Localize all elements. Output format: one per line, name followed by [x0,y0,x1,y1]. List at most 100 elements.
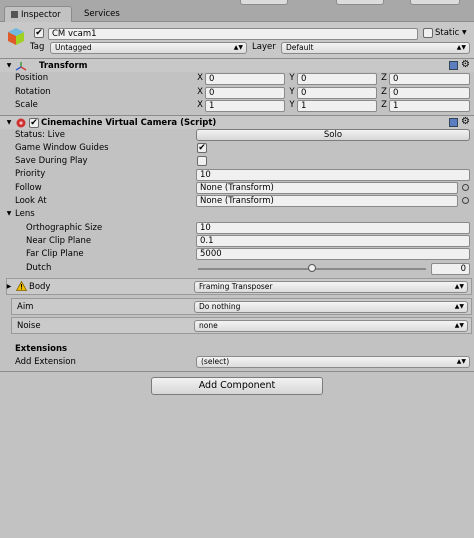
axis-x-label: X [197,100,203,110]
rotation-y-input[interactable]: 0 [297,87,377,99]
status-label: Status: Live [15,130,66,140]
far-clip-input[interactable]: 5000 [196,248,470,260]
dutch-label: Dutch [26,263,52,273]
follow-label: Follow [15,183,42,193]
lookat-label: Look At [15,196,47,206]
tab-inspector[interactable]: Inspector [4,6,72,22]
static-checkbox[interactable] [423,28,433,38]
dutch-slider-thumb[interactable] [308,264,316,272]
gear-icon[interactable]: ⚙ [461,59,470,71]
position-z-input[interactable]: 0 [389,73,470,85]
toolbar-button-3[interactable] [410,0,460,5]
chevron-down-icon: ▲▼ [454,322,464,329]
lens-label: Lens [15,209,35,219]
dutch-input[interactable]: 0 [431,263,470,275]
lens-foldout-icon[interactable]: ▼ [4,208,14,220]
tag-label: Tag [30,42,45,52]
position-label: Position [15,73,49,83]
rotation-x-input[interactable]: 0 [205,87,285,99]
gear-icon[interactable]: ⚙ [461,116,470,128]
toolbar-button-1[interactable] [240,0,288,5]
chevron-down-icon: ▲▼ [454,303,464,310]
position-x-input[interactable]: 0 [205,73,285,85]
axis-x-label: X [197,87,203,97]
cinemachine-icon [16,118,26,128]
static-label: Static [435,28,460,38]
near-clip-input[interactable]: 0.1 [196,235,470,247]
tab-services-label: Services [84,9,120,19]
add-extension-dropdown[interactable]: (select) ▲▼ [196,356,470,368]
transform-icon [15,62,27,71]
noise-dropdown[interactable]: none ▲▼ [194,320,468,332]
add-extension-value: (select) [201,357,230,366]
priority-input[interactable]: 10 [196,169,470,181]
near-clip-label: Near Clip Plane [26,236,92,246]
tab-services[interactable]: Services [78,6,128,22]
vcam-enabled-checkbox[interactable]: ✔ [29,118,39,128]
inspector-icon [11,11,18,18]
divider [0,371,474,372]
save-during-play-label: Save During Play [15,156,88,166]
axis-y-label: Y [289,73,295,83]
axis-z-label: Z [381,87,387,97]
object-picker-icon[interactable] [462,197,469,204]
object-picker-icon[interactable] [462,184,469,191]
transform-title: Transform [39,61,88,71]
noise-label: Noise [17,321,41,331]
gameobject-cube-icon [8,28,24,45]
chevron-down-icon: ▲▼ [456,44,466,51]
follow-object-field[interactable]: None (Transform) [196,182,458,194]
priority-label: Priority [15,169,46,179]
layer-label: Layer [252,42,276,52]
chevron-down-icon: ▲▼ [233,44,243,51]
layer-dropdown[interactable]: Default ▲▼ [281,42,470,54]
aim-value: Do nothing [199,302,241,311]
game-window-guides-label: Game Window Guides [15,143,109,153]
position-y-input[interactable]: 0 [297,73,377,85]
solo-button[interactable]: Solo [196,129,470,141]
tab-strip: Inspector Services [0,0,474,22]
axis-x-label: X [197,73,203,83]
static-dropdown-icon[interactable]: ▼ [462,27,467,39]
add-component-button[interactable]: Add Component [151,377,323,395]
tag-dropdown[interactable]: Untagged ▲▼ [50,42,247,54]
toolbar-button-2[interactable] [336,0,384,5]
gameobject-active-checkbox[interactable]: ✔ [34,28,44,38]
chevron-down-icon: ▲▼ [456,358,466,365]
vcam-foldout-icon[interactable]: ▼ [4,117,14,129]
gameobject-name-input[interactable]: CM vcam1 [48,28,418,40]
tag-value: Untagged [55,43,92,52]
help-icon[interactable] [449,61,458,70]
help-icon[interactable] [449,118,458,127]
axis-y-label: Y [289,100,295,110]
extensions-label: Extensions [15,344,68,354]
scale-z-input[interactable]: 1 [389,100,470,112]
lookat-object-field[interactable]: None (Transform) [196,195,458,207]
body-value: Framing Transposer [199,282,273,291]
rotation-z-input[interactable]: 0 [389,87,470,99]
transform-foldout-icon[interactable]: ▼ [4,60,14,72]
scale-y-input[interactable]: 1 [297,100,377,112]
rotation-label: Rotation [15,87,51,97]
ortho-size-label: Orthographic Size [26,223,103,233]
scale-x-input[interactable]: 1 [205,100,285,112]
axis-y-label: Y [289,87,295,97]
ortho-size-input[interactable]: 10 [196,222,470,234]
dutch-value: 0 [460,264,466,274]
axis-z-label: Z [381,100,387,110]
axis-z-label: Z [381,73,387,83]
body-label: Body [29,282,51,292]
aim-label: Aim [17,302,34,312]
aim-dropdown[interactable]: Do nothing ▲▼ [194,301,468,313]
tab-inspector-label: Inspector [21,10,61,20]
layer-value: Default [286,43,314,52]
add-extension-label: Add Extension [15,357,76,367]
save-during-play-checkbox[interactable] [197,156,207,166]
vcam-title: Cinemachine Virtual Camera (Script) [41,118,217,128]
body-dropdown[interactable]: Framing Transposer ▲▼ [194,281,468,293]
game-window-guides-checkbox[interactable]: ✔ [197,143,207,153]
scale-label: Scale [15,100,38,110]
far-clip-label: Far Clip Plane [26,249,84,259]
body-foldout-icon[interactable]: ▶ [4,281,14,293]
warning-icon [16,281,27,291]
